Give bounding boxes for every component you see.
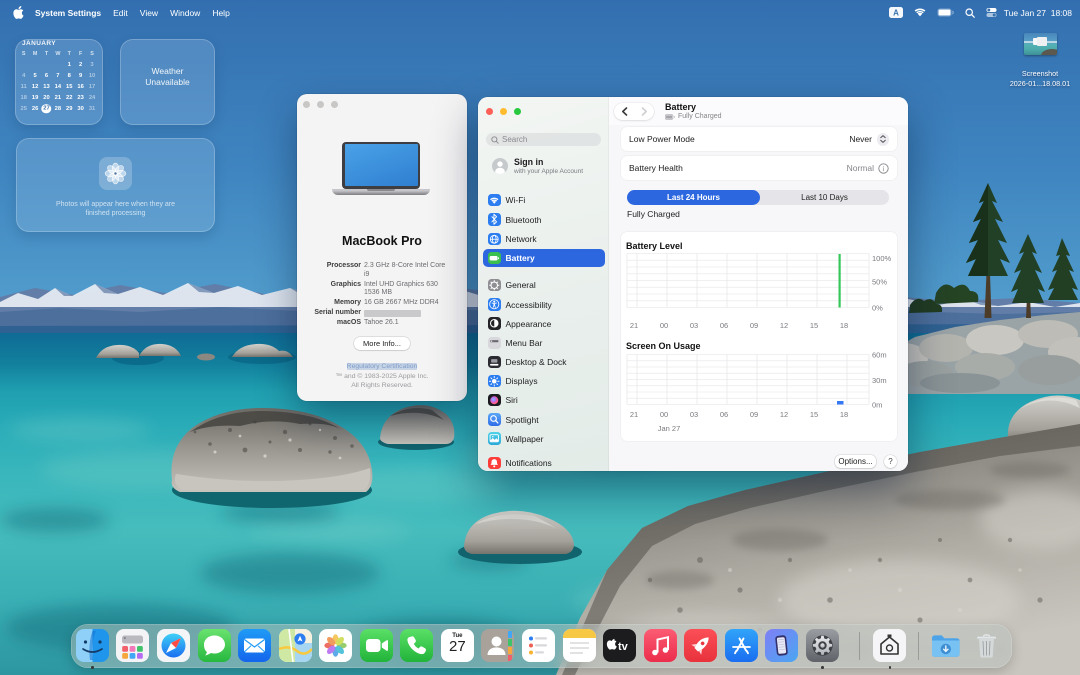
svg-text:Jan 27: Jan 27 xyxy=(658,424,681,433)
svg-text:15: 15 xyxy=(810,410,818,419)
svg-text:18: 18 xyxy=(840,321,848,330)
svg-text:Battery Level: Battery Level xyxy=(626,241,683,251)
svg-text:09: 09 xyxy=(750,321,758,330)
svg-text:15: 15 xyxy=(810,321,818,330)
svg-text:06: 06 xyxy=(720,321,728,330)
svg-text:60m: 60m xyxy=(872,351,887,360)
svg-text:i: i xyxy=(883,165,885,173)
svg-text:100%: 100% xyxy=(872,254,892,263)
svg-text:12: 12 xyxy=(780,410,788,419)
svg-text:12: 12 xyxy=(780,321,788,330)
svg-text:50%: 50% xyxy=(872,278,887,287)
svg-text:00: 00 xyxy=(660,410,668,419)
svg-text:18: 18 xyxy=(840,410,848,419)
svg-text:30m: 30m xyxy=(872,376,887,385)
svg-text:Screen On Usage: Screen On Usage xyxy=(626,341,701,351)
svg-text:06: 06 xyxy=(720,410,728,419)
svg-text:21: 21 xyxy=(630,410,638,419)
svg-text:00: 00 xyxy=(660,321,668,330)
svg-text:21: 21 xyxy=(630,321,638,330)
svg-text:A: A xyxy=(893,9,899,18)
svg-text:09: 09 xyxy=(750,410,758,419)
svg-text:03: 03 xyxy=(690,321,698,330)
svg-text:tv: tv xyxy=(618,641,629,653)
svg-text:0%: 0% xyxy=(872,304,883,313)
svg-text:03: 03 xyxy=(690,410,698,419)
svg-text:0m: 0m xyxy=(872,401,882,410)
